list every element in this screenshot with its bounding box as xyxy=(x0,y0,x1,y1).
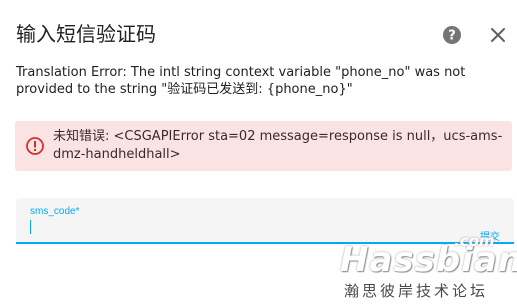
forum-watermark: Hassbian .com 瀚思彼岸技术论坛 xyxy=(340,232,517,302)
text-cursor xyxy=(30,220,31,234)
translation-error-text: Translation Error: The intl string conte… xyxy=(16,65,466,97)
alert-message: 未知错误: <CSGAPIError sta=02 message=respon… xyxy=(53,129,503,162)
help-circle-icon[interactable]: ? xyxy=(442,25,462,45)
dialog-title: 输入短信验证码 xyxy=(16,22,156,46)
svg-text:?: ? xyxy=(448,29,456,44)
watermark-subtitle: 瀚思彼岸技术论坛 xyxy=(344,282,489,300)
error-alert: 未知错误: <CSGAPIError sta=02 message=respon… xyxy=(15,121,512,171)
alert-circle-icon xyxy=(26,137,44,155)
sms-code-dialog: 输入短信验证码 ? Translation Error: The intl st… xyxy=(0,0,517,307)
close-icon[interactable] xyxy=(489,26,507,44)
watermark-domain: .com xyxy=(454,232,495,250)
